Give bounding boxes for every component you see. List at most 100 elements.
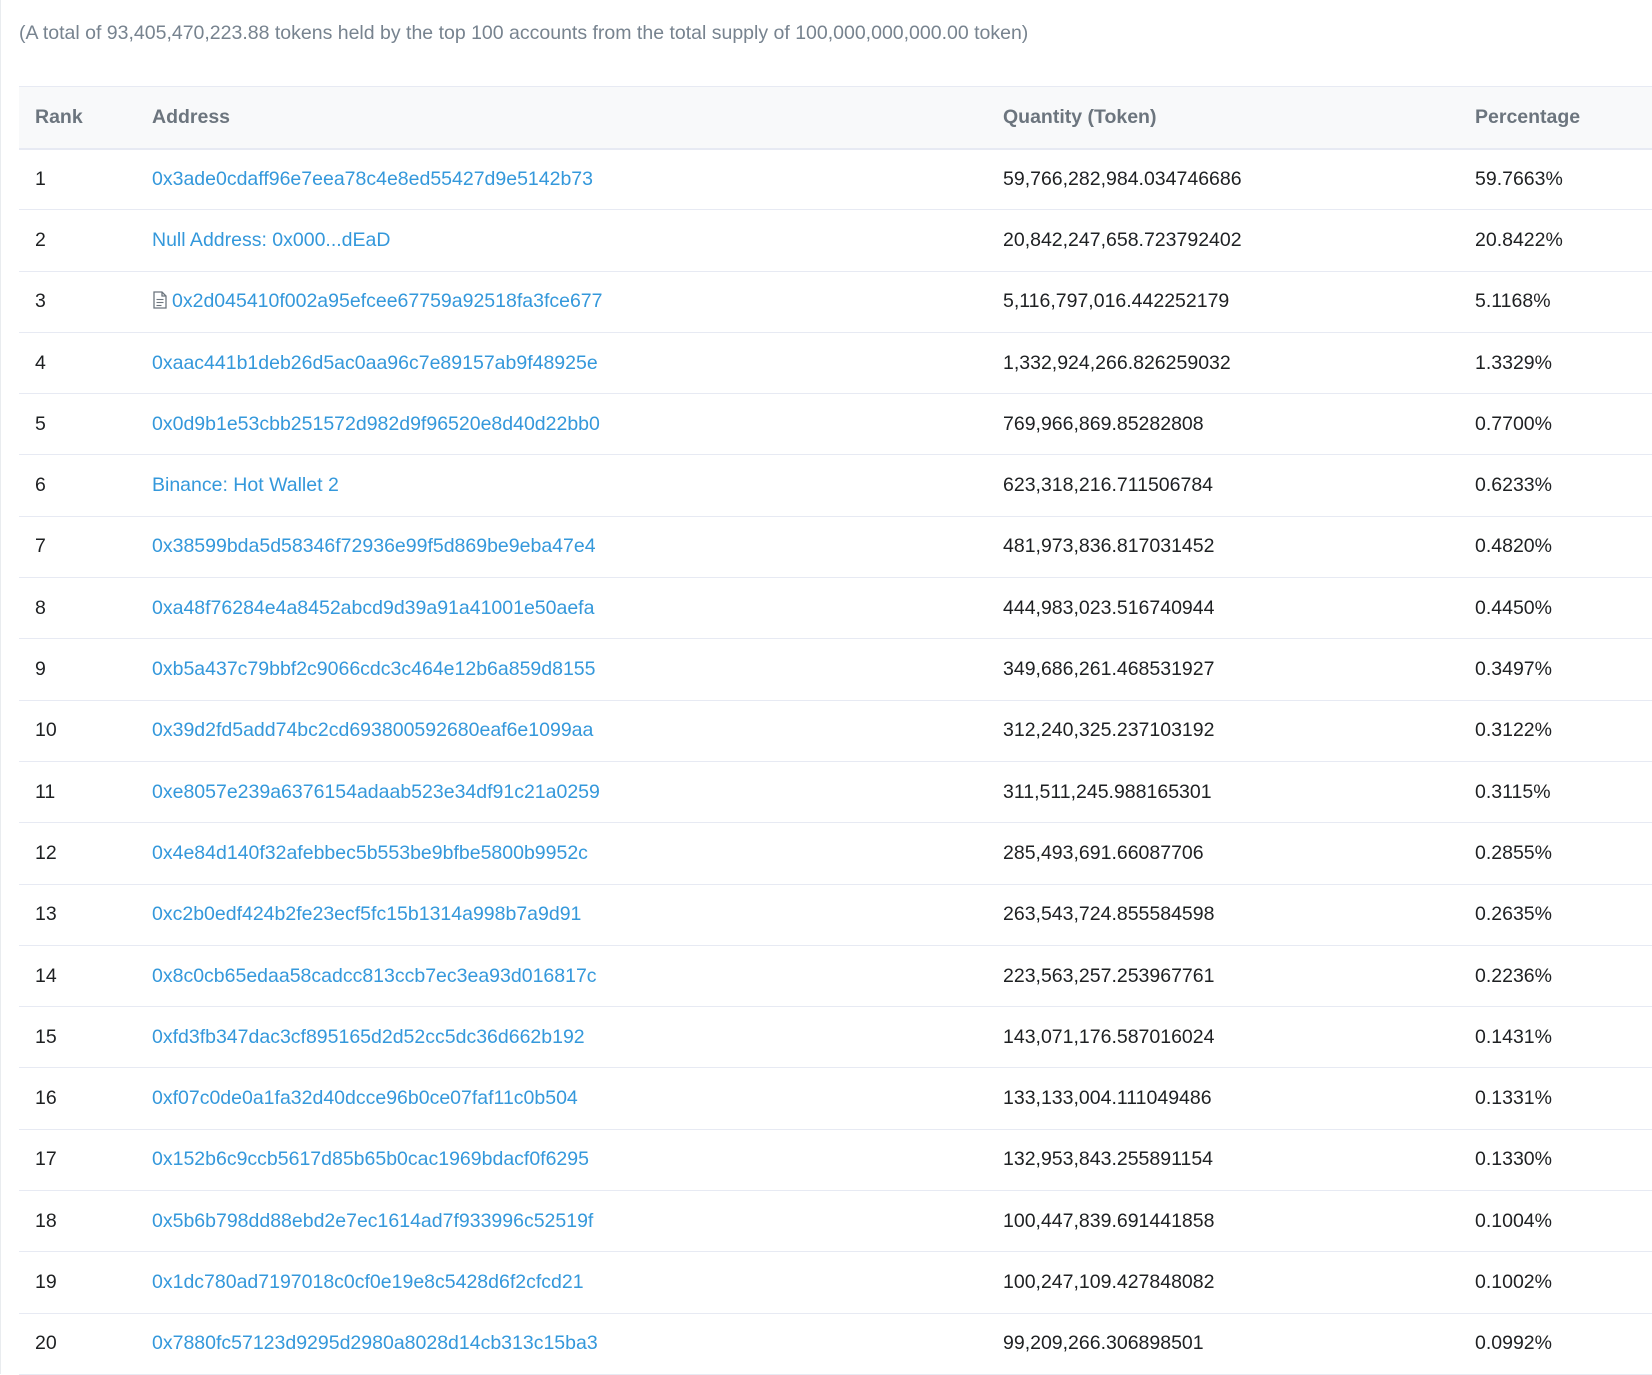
quantity-cell: 769,966,869.85282808 <box>1003 393 1475 456</box>
table-row: 16 0xf07c0de0a1fa32d40dcce96b0ce07faf11c0… <box>19 1067 1652 1130</box>
quantity-cell: 481,973,836.817031452 <box>1003 516 1475 579</box>
quantity-cell: 1,332,924,266.826259032 <box>1003 332 1475 395</box>
table-row: 6 Binance: Hot Wallet 2 623,318,216.711506… <box>19 454 1652 517</box>
percentage-cell: 0.2635% <box>1475 884 1652 946</box>
rank-cell: 18 <box>19 1190 152 1253</box>
percentage-cell: 0.4820% <box>1475 516 1652 579</box>
contract-document-icon <box>153 291 167 309</box>
rank-cell: 6 <box>19 454 152 517</box>
holder-address-link[interactable]: 0xf07c0de0a1fa32d40dcce96b0ce07faf11c0b5… <box>152 1087 578 1109</box>
quantity-cell: 5,116,797,016.442252179 <box>1003 271 1475 333</box>
quantity-cell: 59,766,282,984.034746686 <box>1003 148 1475 211</box>
rank-cell: 8 <box>19 577 152 640</box>
holder-address-link[interactable]: 0xfd3fb347dac3cf895165d2d52cc5dc36d662b1… <box>152 1026 585 1048</box>
table-row: 20 0x7880fc57123d9295d2980a8028d14cb313c1… <box>19 1313 1652 1375</box>
table-row: 10 0x39d2fd5add74bc2cd693800592680eaf6e10… <box>19 700 1652 762</box>
quantity-cell: 132,953,843.255891154 <box>1003 1129 1475 1192</box>
address-cell: 0x0d9b1e53cbb251572d982d9f96520e8d40d22b… <box>152 393 1003 456</box>
percentage-cell: 0.6233% <box>1475 454 1652 517</box>
rank-cell: 7 <box>19 516 152 579</box>
quantity-cell: 444,983,023.516740944 <box>1003 577 1475 640</box>
percentage-cell: 0.3497% <box>1475 638 1652 701</box>
quantity-cell: 143,071,176.587016024 <box>1003 1006 1475 1069</box>
rank-cell: 9 <box>19 638 152 701</box>
holder-address-link[interactable]: 0x39d2fd5add74bc2cd693800592680eaf6e1099… <box>152 719 593 741</box>
quantity-cell: 311,511,245.988165301 <box>1003 761 1475 824</box>
percentage-cell: 0.2855% <box>1475 822 1652 885</box>
percentage-cell: 59.7663% <box>1475 148 1652 211</box>
holder-address-link[interactable]: 0xaac441b1deb26d5ac0aa96c7e89157ab9f4892… <box>152 352 598 374</box>
percentage-cell: 1.3329% <box>1475 332 1652 395</box>
column-header-percentage: Percentage <box>1475 86 1652 150</box>
holder-address-link[interactable]: 0x5b6b798dd88ebd2e7ec1614ad7f933996c5251… <box>152 1210 593 1232</box>
column-header-quantity: Quantity (Token) <box>1003 86 1475 150</box>
holder-address-link[interactable]: 0x38599bda5d58346f72936e99f5d869be9eba47… <box>152 535 596 557</box>
percentage-cell: 0.1431% <box>1475 1006 1652 1069</box>
holder-address-link[interactable]: 0xb5a437c79bbf2c9066cdc3c464e12b6a859d81… <box>152 658 596 680</box>
rank-cell: 4 <box>19 332 152 395</box>
rank-cell: 3 <box>19 271 152 333</box>
rank-cell: 2 <box>19 209 152 272</box>
rank-cell: 1 <box>19 148 152 211</box>
table-row: 4 0xaac441b1deb26d5ac0aa96c7e89157ab9f489… <box>19 332 1652 395</box>
holder-address-link[interactable]: 0x3ade0cdaff96e7eea78c4e8ed55427d9e5142b… <box>152 168 593 190</box>
table-row: 5 0x0d9b1e53cbb251572d982d9f96520e8d40d22… <box>19 393 1652 456</box>
address-cell: Null Address: 0x000...dEaD <box>152 209 1003 272</box>
rank-cell: 10 <box>19 700 152 762</box>
holder-address-link[interactable]: 0x8c0cb65edaa58cadcc813ccb7ec3ea93d01681… <box>152 965 597 987</box>
address-cell: 0xaac441b1deb26d5ac0aa96c7e89157ab9f4892… <box>152 332 1003 395</box>
table-row: 8 0xa48f76284e4a8452abcd9d39a91a41001e50a… <box>19 577 1652 640</box>
rank-cell: 19 <box>19 1251 152 1314</box>
holder-address-link[interactable]: 0x7880fc57123d9295d2980a8028d14cb313c15b… <box>152 1332 598 1354</box>
address-cell: 0xe8057e239a6376154adaab523e34df91c21a02… <box>152 761 1003 824</box>
quantity-cell: 349,686,261.468531927 <box>1003 638 1475 701</box>
holders-summary-text: (A total of 93,405,470,223.88 tokens hel… <box>19 22 1029 44</box>
address-cell: 0xb5a437c79bbf2c9066cdc3c464e12b6a859d81… <box>152 638 1003 701</box>
percentage-cell: 0.0992% <box>1475 1313 1652 1375</box>
holder-address-link[interactable]: 0x2d045410f002a95efcee67759a92518fa3fce6… <box>172 290 603 312</box>
holder-address-link[interactable]: 0x0d9b1e53cbb251572d982d9f96520e8d40d22b… <box>152 413 600 435</box>
table-row: 9 0xb5a437c79bbf2c9066cdc3c464e12b6a859d8… <box>19 638 1652 701</box>
percentage-cell: 0.1004% <box>1475 1190 1652 1253</box>
table-row: 14 0x8c0cb65edaa58cadcc813ccb7ec3ea93d016… <box>19 945 1652 1008</box>
holder-address-link[interactable]: 0xc2b0edf424b2fe23ecf5fc15b1314a998b7a9d… <box>152 903 581 925</box>
percentage-cell: 20.8422% <box>1475 209 1652 272</box>
holder-address-link[interactable]: 0x152b6c9ccb5617d85b65b0cac1969bdacf0f62… <box>152 1148 589 1170</box>
address-cell: 0xf07c0de0a1fa32d40dcce96b0ce07faf11c0b5… <box>152 1067 1003 1130</box>
percentage-cell: 0.1331% <box>1475 1067 1652 1130</box>
holder-address-link[interactable]: 0x4e84d140f32afebbec5b553be9bfbe5800b995… <box>152 842 588 864</box>
quantity-cell: 623,318,216.711506784 <box>1003 454 1475 517</box>
rank-cell: 12 <box>19 822 152 885</box>
holder-address-link[interactable]: 0xe8057e239a6376154adaab523e34df91c21a02… <box>152 781 600 803</box>
percentage-cell: 0.1330% <box>1475 1129 1652 1192</box>
table-row: 15 0xfd3fb347dac3cf895165d2d52cc5dc36d662… <box>19 1006 1652 1069</box>
token-holders-table: Rank Address Quantity (Token) Percentage… <box>19 86 1652 1375</box>
holder-address-link[interactable]: Binance: Hot Wallet 2 <box>152 474 339 496</box>
percentage-cell: 0.7700% <box>1475 393 1652 456</box>
address-cell: 0x4e84d140f32afebbec5b553be9bfbe5800b995… <box>152 822 1003 885</box>
holder-address-link[interactable]: 0xa48f76284e4a8452abcd9d39a91a41001e50ae… <box>152 597 594 619</box>
address-cell: 0xc2b0edf424b2fe23ecf5fc15b1314a998b7a9d… <box>152 884 1003 946</box>
table-row: 12 0x4e84d140f32afebbec5b553be9bfbe5800b9… <box>19 822 1652 885</box>
rank-cell: 13 <box>19 884 152 946</box>
quantity-cell: 285,493,691.66087706 <box>1003 822 1475 885</box>
table-header-row: Rank Address Quantity (Token) Percentage <box>19 86 1652 150</box>
table-row: 3 0x2d045410f002a95efcee67759a92518fa3fce… <box>19 271 1652 333</box>
percentage-cell: 0.1002% <box>1475 1251 1652 1314</box>
table-row: 2 Null Address: 0x000...dEaD 20,842,247,65… <box>19 209 1652 272</box>
address-cell: 0x2d045410f002a95efcee67759a92518fa3fce6… <box>152 271 1003 333</box>
address-cell: 0x8c0cb65edaa58cadcc813ccb7ec3ea93d01681… <box>152 945 1003 1008</box>
table-row: 7 0x38599bda5d58346f72936e99f5d869be9eba4… <box>19 516 1652 579</box>
token-holders-page: (A total of 93,405,470,223.88 tokens hel… <box>0 0 1652 1375</box>
address-cell: 0x1dc780ad7197018c0cf0e19e8c5428d6f2cfcd… <box>152 1251 1003 1314</box>
holder-address-link[interactable]: 0x1dc780ad7197018c0cf0e19e8c5428d6f2cfcd… <box>152 1271 584 1293</box>
percentage-cell: 0.4450% <box>1475 577 1652 640</box>
quantity-cell: 100,247,109.427848082 <box>1003 1251 1475 1314</box>
percentage-cell: 0.2236% <box>1475 945 1652 1008</box>
quantity-cell: 223,563,257.253967761 <box>1003 945 1475 1008</box>
holder-address-link[interactable]: Null Address: 0x000...dEaD <box>152 229 390 251</box>
quantity-cell: 20,842,247,658.723792402 <box>1003 209 1475 272</box>
address-cell: Binance: Hot Wallet 2 <box>152 454 1003 517</box>
address-cell: 0x38599bda5d58346f72936e99f5d869be9eba47… <box>152 516 1003 579</box>
percentage-cell: 0.3122% <box>1475 700 1652 762</box>
